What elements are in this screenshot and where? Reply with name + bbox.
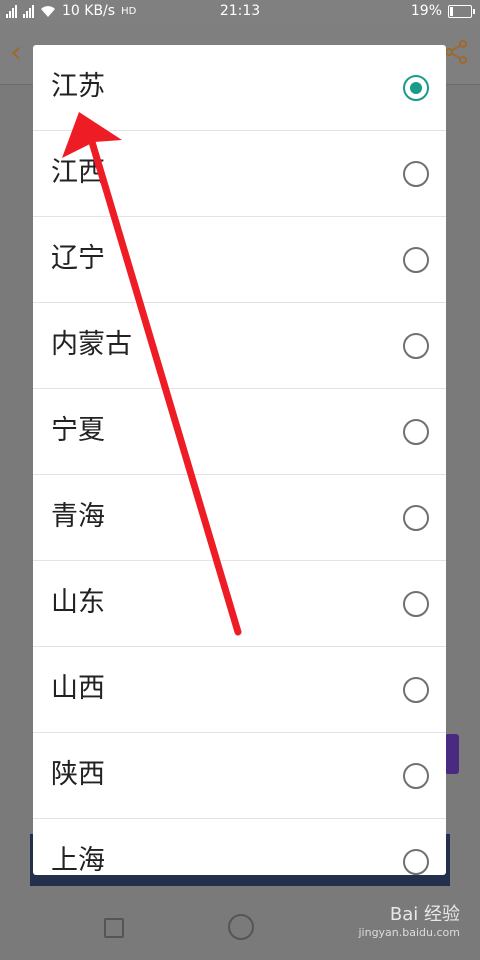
watermark-brand: Bai 经验 <box>389 904 460 925</box>
option-shaanxi[interactable]: 陕西 <box>33 733 446 819</box>
radio-button[interactable] <box>403 591 429 617</box>
radio-button[interactable] <box>403 677 429 703</box>
radio-button[interactable] <box>403 161 429 187</box>
radio-button[interactable] <box>403 333 429 359</box>
radio-button[interactable] <box>403 763 429 789</box>
status-time: 21:13 <box>219 3 261 19</box>
option-shanxi[interactable]: 山西 <box>33 647 446 733</box>
radio-button[interactable] <box>403 505 429 531</box>
watermark-url: jingyan.baidu.com <box>358 926 460 939</box>
option-neimenggu[interactable]: 内蒙古 <box>33 303 446 389</box>
radio-button[interactable] <box>403 75 429 101</box>
option-qinghai[interactable]: 青海 <box>33 475 446 561</box>
radio-button[interactable] <box>403 247 429 273</box>
back-arrow-icon[interactable]: ‹ <box>10 38 22 68</box>
option-jiangsu[interactable]: 江苏 <box>33 45 446 131</box>
option-label: 江西 <box>51 157 105 188</box>
watermark: Bai 经验 jingyan.baidu.com <box>358 900 460 939</box>
radio-button[interactable] <box>403 849 429 875</box>
option-label: 陕西 <box>51 759 105 790</box>
home-icon[interactable] <box>228 914 254 940</box>
option-label: 上海 <box>51 845 105 875</box>
battery-icon <box>448 4 475 18</box>
option-label: 内蒙古 <box>51 329 132 360</box>
option-label: 江苏 <box>51 71 105 102</box>
option-label: 山东 <box>51 587 105 618</box>
status-right: 19% <box>410 3 475 19</box>
option-shandong[interactable]: 山东 <box>33 561 446 647</box>
status-bar: 10 KB/s HD 21:13 19% <box>0 0 480 24</box>
option-label: 辽宁 <box>51 243 105 274</box>
recent-apps-icon[interactable] <box>104 918 124 938</box>
battery-percent: 19% <box>410 3 442 19</box>
option-label: 青海 <box>51 501 105 532</box>
option-ningxia[interactable]: 宁夏 <box>33 389 446 475</box>
option-shanghai[interactable]: 上海 <box>33 819 446 875</box>
option-label: 山西 <box>51 673 105 704</box>
radio-button[interactable] <box>403 419 429 445</box>
option-liaoning[interactable]: 辽宁 <box>33 217 446 303</box>
option-jiangxi[interactable]: 江西 <box>33 131 446 217</box>
background-floating-button <box>445 734 459 774</box>
option-label: 宁夏 <box>51 415 105 446</box>
province-select-dialog: 江苏 江西 辽宁 内蒙古 宁夏 青海 山东 山西 陕西 上海 <box>33 45 446 875</box>
share-icon[interactable] <box>444 40 468 64</box>
